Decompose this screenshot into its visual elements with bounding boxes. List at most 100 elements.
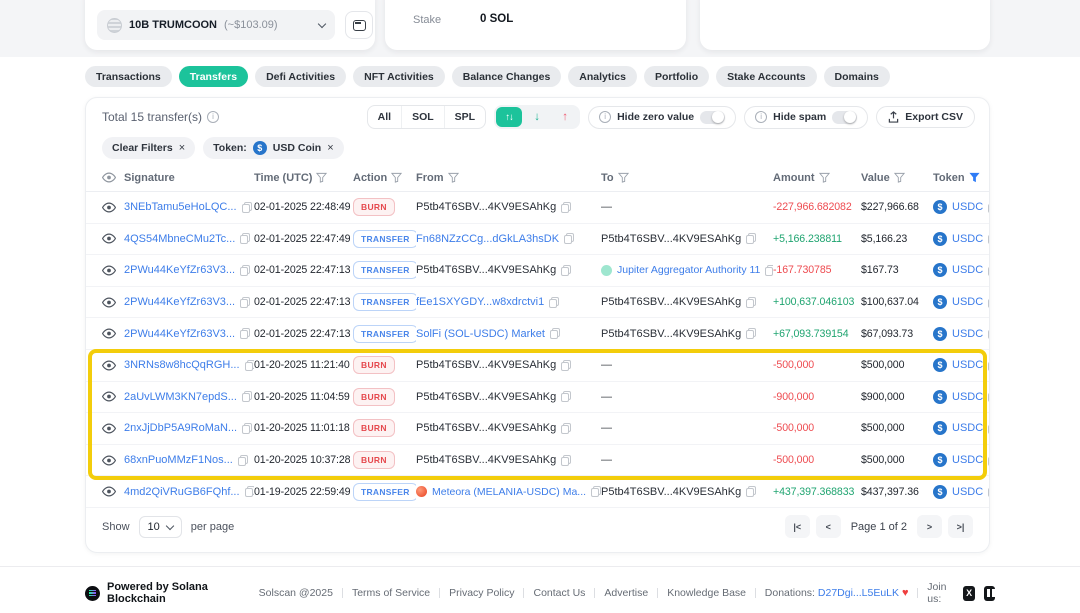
info-icon[interactable]: i	[207, 111, 220, 123]
signature-link[interactable]: 4QS54MbneCMu2Tc...	[124, 233, 235, 245]
copy-icon[interactable]	[564, 233, 575, 245]
token-link[interactable]: USDC	[952, 359, 983, 371]
copy-icon[interactable]	[988, 233, 989, 245]
eye-icon[interactable]	[102, 455, 116, 466]
copy-icon[interactable]	[561, 454, 572, 466]
copy-icon[interactable]	[561, 422, 572, 434]
footer-link-privacy-policy[interactable]: Privacy Policy	[449, 587, 514, 599]
tab-stake-accounts[interactable]: Stake Accounts	[716, 66, 817, 87]
filter-funnel-icon[interactable]	[818, 172, 830, 183]
token-link[interactable]: USDC	[952, 486, 983, 498]
copy-icon[interactable]	[561, 391, 572, 403]
token-link[interactable]: USDC	[952, 233, 983, 245]
filter-funnel-active-icon[interactable]	[969, 172, 980, 183]
from-address[interactable]: SolFi (SOL-USDC) Market	[416, 328, 545, 340]
eye-icon[interactable]	[102, 360, 116, 371]
copy-icon[interactable]	[988, 328, 989, 340]
tab-balance-changes[interactable]: Balance Changes	[451, 66, 562, 87]
to-address[interactable]: Jupiter Aggregator Authority 11	[617, 264, 760, 276]
eye-icon[interactable]	[102, 391, 116, 402]
signature-link[interactable]: 3NRNs8w8hcQqRGH...	[124, 359, 240, 371]
footer-link-knowledge-base[interactable]: Knowledge Base	[667, 587, 746, 599]
copy-icon[interactable]	[240, 233, 251, 245]
signature-link[interactable]: 2PWu44KeYfZr63V3...	[124, 264, 235, 276]
copy-icon[interactable]	[988, 391, 989, 403]
copy-icon[interactable]	[240, 296, 251, 308]
eye-icon[interactable]	[102, 202, 116, 213]
last-page-button[interactable]: >|	[948, 515, 973, 539]
signature-link[interactable]: 68xnPuoMMzF1Nos...	[124, 454, 233, 466]
token-link[interactable]: USDC	[952, 454, 983, 466]
copy-icon[interactable]	[988, 455, 989, 466]
filter-funnel-icon[interactable]	[316, 172, 328, 183]
signature-link[interactable]: 2PWu44KeYfZr63V3...	[124, 328, 235, 340]
x-twitter-icon[interactable]: X	[963, 585, 975, 601]
copy-icon[interactable]	[240, 328, 251, 340]
copy-icon[interactable]	[988, 423, 989, 434]
prev-page-button[interactable]: <	[815, 515, 841, 539]
signature-link[interactable]: 3NEbTamu5eHoLQC...	[124, 201, 237, 213]
copy-icon[interactable]	[549, 328, 560, 340]
eye-icon[interactable]	[102, 328, 116, 339]
signature-link[interactable]: 2nxJjDbP5A9RoMaN...	[124, 422, 237, 434]
eye-icon[interactable]	[102, 297, 116, 308]
scope-spl[interactable]: SPL	[443, 106, 485, 128]
copy-icon[interactable]	[561, 201, 572, 213]
copy-icon[interactable]	[561, 359, 572, 371]
copy-icon[interactable]	[591, 486, 601, 498]
filter-funnel-icon[interactable]	[617, 172, 629, 183]
tab-transactions[interactable]: Transactions	[85, 66, 172, 87]
signature-link[interactable]: 2PWu44KeYfZr63V3...	[124, 296, 235, 308]
page-size-select[interactable]: 10	[138, 515, 182, 538]
close-icon[interactable]: ×	[179, 142, 185, 154]
close-icon[interactable]: ×	[327, 142, 333, 154]
scope-sol[interactable]: SOL	[401, 106, 444, 128]
copy-icon[interactable]	[746, 233, 757, 245]
copy-icon[interactable]	[988, 360, 989, 371]
first-page-button[interactable]: |<	[784, 515, 810, 539]
copy-icon[interactable]	[244, 486, 254, 498]
clear-filters-chip[interactable]: Clear Filters ×	[102, 137, 196, 159]
hide-spam-toggle[interactable]: i Hide spam	[744, 105, 869, 129]
copy-icon[interactable]	[765, 264, 773, 276]
footer-link-contact-us[interactable]: Contact Us	[533, 587, 585, 599]
copy-icon[interactable]	[746, 328, 757, 340]
token-link[interactable]: USDC	[952, 201, 983, 213]
footer-link-terms-of-service[interactable]: Terms of Service	[352, 587, 430, 599]
copy-icon[interactable]	[241, 391, 252, 403]
sort-asc-button[interactable]: ↑	[552, 107, 578, 127]
token-filter-chip[interactable]: Token: $ USD Coin ×	[203, 137, 344, 159]
filter-funnel-icon[interactable]	[893, 172, 905, 183]
hide-zero-value-switch[interactable]	[700, 110, 726, 124]
copy-icon[interactable]	[237, 454, 248, 466]
hide-spam-switch[interactable]	[832, 110, 858, 124]
export-csv-button[interactable]: Export CSV	[876, 106, 975, 128]
footer-link-solscan-2025[interactable]: Solscan @2025	[259, 587, 333, 599]
signature-link[interactable]: 4md2QiVRuGB6FQhf...	[124, 486, 240, 498]
copy-icon[interactable]	[746, 486, 757, 498]
copy-icon[interactable]	[561, 264, 572, 276]
copy-icon[interactable]	[988, 202, 989, 213]
token-selector-dropdown[interactable]: 10B TRUMCOON (~$103.09)	[97, 10, 335, 40]
copy-icon[interactable]	[988, 486, 989, 498]
token-link[interactable]: USDC	[952, 328, 983, 340]
copy-icon[interactable]	[746, 296, 757, 308]
eye-icon[interactable]	[102, 486, 116, 497]
copy-icon[interactable]	[244, 359, 254, 371]
token-link[interactable]: USDC	[952, 391, 983, 403]
donations-address[interactable]: D27Dgi...L5EuLK	[818, 587, 899, 599]
tab-analytics[interactable]: Analytics	[568, 66, 637, 87]
scope-all[interactable]: All	[368, 106, 401, 128]
copy-icon[interactable]	[549, 296, 560, 308]
tab-defi-activities[interactable]: Defi Activities	[255, 66, 347, 87]
tab-domains[interactable]: Domains	[823, 66, 890, 87]
eye-icon[interactable]	[102, 265, 116, 276]
copy-icon[interactable]	[241, 201, 252, 213]
filter-funnel-icon[interactable]	[447, 172, 459, 183]
token-link[interactable]: USDC	[952, 296, 983, 308]
copy-icon[interactable]	[988, 297, 989, 308]
next-page-button[interactable]: >	[917, 515, 942, 539]
token-accounts-button[interactable]	[345, 11, 373, 39]
from-address[interactable]: fEe1SXYGDY...w8xdrctvi1	[416, 296, 544, 308]
filter-funnel-icon[interactable]	[391, 172, 403, 183]
